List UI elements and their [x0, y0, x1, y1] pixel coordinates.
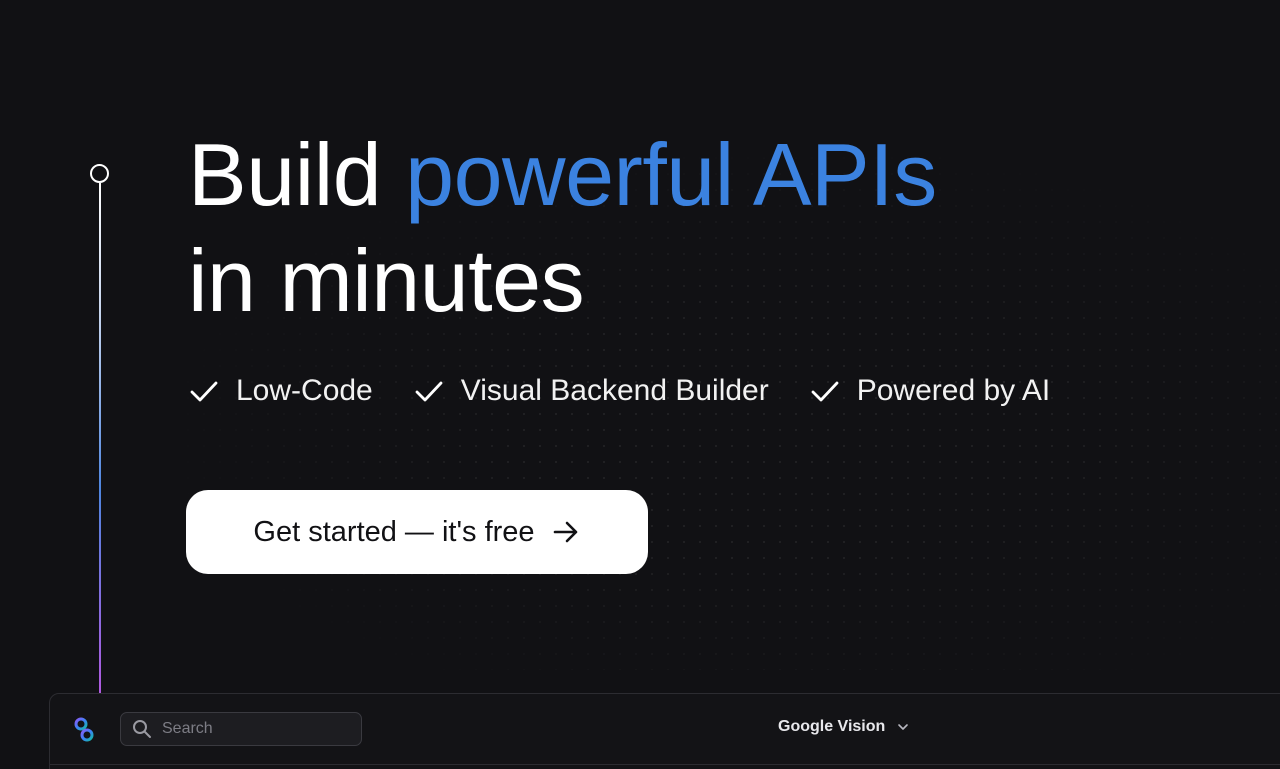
feature-label: Visual Backend Builder: [460, 374, 769, 407]
feature-label: Powered by AI: [856, 374, 1051, 407]
search-field[interactable]: [120, 712, 362, 746]
feature-item-visual-backend-builder: Visual Backend Builder: [413, 374, 769, 408]
search-input[interactable]: [162, 720, 342, 738]
project-name: Google Vision: [778, 718, 886, 735]
project-selector[interactable]: Google Vision: [778, 718, 909, 736]
get-started-button[interactable]: Get started — it's free: [186, 490, 648, 574]
feature-item-low-code: Low-Code: [188, 374, 373, 408]
feature-list: Low-Code Visual Backend Builder Powered …: [188, 374, 1090, 408]
headline-part1: Build: [188, 125, 406, 224]
feature-label: Low-Code: [236, 374, 373, 407]
arrow-right-icon: [553, 521, 577, 543]
chevron-down-icon: [898, 724, 909, 730]
landing-page: Build powerful APIs in minutes Low-Code V…: [0, 0, 1280, 769]
timeline-line: [99, 183, 101, 693]
app-preview-toolbar: Google Vision: [49, 693, 1280, 769]
check-icon: [190, 381, 218, 402]
get-started-label: Get started — it's free: [253, 515, 535, 548]
hero-headline: Build powerful APIs in minutes: [188, 122, 937, 334]
check-icon: [415, 381, 443, 402]
feature-item-powered-by-ai: Powered by AI: [809, 374, 1050, 408]
headline-line2: in minutes: [188, 231, 585, 330]
search-icon: [133, 720, 151, 738]
toolbar-divider: [50, 764, 1280, 765]
headline-accent: powerful APIs: [405, 125, 937, 224]
app-logo-icon[interactable]: [72, 716, 96, 744]
check-icon: [811, 381, 839, 402]
timeline-start-dot: [90, 164, 109, 183]
